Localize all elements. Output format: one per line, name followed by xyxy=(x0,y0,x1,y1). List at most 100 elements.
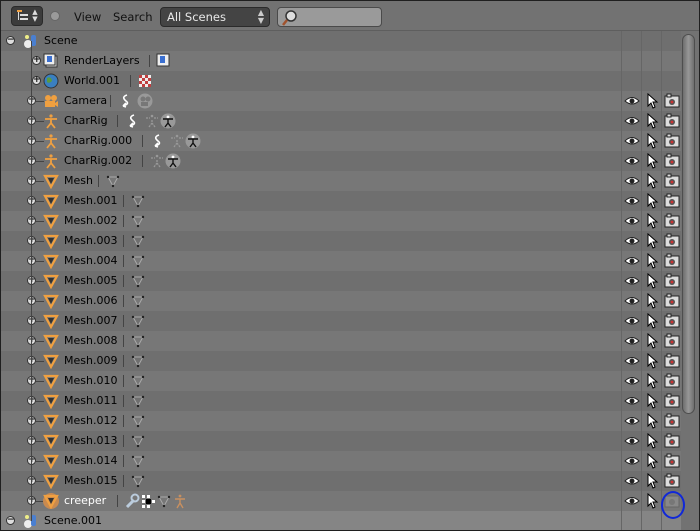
visibility-eye-icon[interactable] xyxy=(624,253,640,269)
tree-item-mesh-015[interactable]: +Mesh.015 xyxy=(1,471,681,491)
tree-item-mesh-010[interactable]: +Mesh.010 xyxy=(1,371,681,391)
renderability-camera-icon[interactable] xyxy=(664,393,680,409)
tree-item-scene-001[interactable]: − Scene.001 xyxy=(1,511,681,530)
visibility-eye-icon[interactable] xyxy=(624,313,640,329)
item-name[interactable]: Mesh.004 xyxy=(64,254,117,267)
item-name[interactable]: CharRig.000 xyxy=(64,134,132,147)
selectability-cursor-icon[interactable] xyxy=(644,432,660,449)
visibility-eye-icon[interactable] xyxy=(624,493,640,509)
search-menu[interactable]: Search xyxy=(113,10,153,24)
renderability-camera-icon[interactable] xyxy=(664,373,680,389)
visibility-eye-icon[interactable] xyxy=(624,93,640,109)
renderability-camera-icon[interactable] xyxy=(664,113,680,129)
tree-item-mesh-012[interactable]: +Mesh.012 xyxy=(1,411,681,431)
item-name[interactable]: CharRig.002 xyxy=(64,154,132,167)
item-name[interactable]: Scene xyxy=(44,34,78,47)
tree-item-camera[interactable]: +Camera xyxy=(1,91,681,111)
item-name[interactable]: Mesh.005 xyxy=(64,274,117,287)
tree-item-mesh-001[interactable]: +Mesh.001 xyxy=(1,191,681,211)
search-input[interactable] xyxy=(277,7,382,27)
collapse-menus-button[interactable] xyxy=(50,11,60,21)
visibility-eye-icon[interactable] xyxy=(624,413,640,429)
visibility-eye-icon[interactable] xyxy=(624,213,640,229)
expand-toggle[interactable]: + xyxy=(32,56,41,65)
tree-item-mesh-002[interactable]: +Mesh.002 xyxy=(1,211,681,231)
renderability-camera-icon[interactable] xyxy=(664,233,680,249)
selectability-cursor-icon[interactable] xyxy=(644,332,660,349)
visibility-eye-icon[interactable] xyxy=(624,473,640,489)
tree-item-mesh-003[interactable]: +Mesh.003 xyxy=(1,231,681,251)
renderability-camera-icon[interactable] xyxy=(664,213,680,229)
renderability-camera-icon[interactable] xyxy=(664,313,680,329)
item-name[interactable]: Mesh xyxy=(64,174,93,187)
collapse-toggle[interactable]: − xyxy=(6,36,15,45)
tree-item-renderlayers[interactable]: + RenderLayers xyxy=(1,51,681,71)
tree-item-mesh-014[interactable]: +Mesh.014 xyxy=(1,451,681,471)
item-name[interactable]: Mesh.008 xyxy=(64,334,117,347)
visibility-eye-icon[interactable] xyxy=(624,113,640,129)
visibility-eye-icon[interactable] xyxy=(624,193,640,209)
tree-item-charrig[interactable]: +CharRig xyxy=(1,111,681,131)
renderability-camera-icon[interactable] xyxy=(664,153,680,169)
selectability-cursor-icon[interactable] xyxy=(644,372,660,389)
renderability-camera-icon[interactable] xyxy=(664,453,680,469)
selectability-cursor-icon[interactable] xyxy=(644,152,660,169)
selectability-cursor-icon[interactable] xyxy=(644,232,660,249)
tree-item-mesh-013[interactable]: +Mesh.013 xyxy=(1,431,681,451)
visibility-eye-icon[interactable] xyxy=(624,293,640,309)
renderability-camera-icon[interactable] xyxy=(664,473,680,489)
visibility-eye-icon[interactable] xyxy=(624,133,640,149)
renderability-camera-icon[interactable] xyxy=(664,413,680,429)
expand-toggle[interactable]: + xyxy=(32,76,41,85)
visibility-eye-icon[interactable] xyxy=(624,233,640,249)
tree-item-world-001[interactable]: + World.001 xyxy=(1,71,681,91)
visibility-eye-icon[interactable] xyxy=(624,453,640,469)
tree-item-mesh-005[interactable]: +Mesh.005 xyxy=(1,271,681,291)
item-name[interactable]: Mesh.009 xyxy=(64,354,117,367)
tree-item-mesh-009[interactable]: +Mesh.009 xyxy=(1,351,681,371)
item-name[interactable]: Mesh.007 xyxy=(64,314,117,327)
selectability-cursor-icon[interactable] xyxy=(644,352,660,369)
selectability-cursor-icon[interactable] xyxy=(644,392,660,409)
item-name[interactable]: Mesh.015 xyxy=(64,474,117,487)
renderability-camera-icon[interactable] xyxy=(664,353,680,369)
renderability-camera-icon[interactable] xyxy=(664,253,680,269)
item-name[interactable]: Mesh.010 xyxy=(64,374,117,387)
selectability-cursor-icon[interactable] xyxy=(644,492,660,509)
renderability-camera-icon[interactable] xyxy=(664,193,680,209)
renderability-camera-icon[interactable] xyxy=(664,133,680,149)
item-name[interactable]: Mesh.006 xyxy=(64,294,117,307)
selectability-cursor-icon[interactable] xyxy=(644,412,660,429)
tree-item-charrig-002[interactable]: +CharRig.002 xyxy=(1,151,681,171)
item-name[interactable]: World.001 xyxy=(64,74,120,87)
tree-item-mesh-006[interactable]: +Mesh.006 xyxy=(1,291,681,311)
tree-item-mesh[interactable]: +Mesh xyxy=(1,171,681,191)
item-name[interactable]: creeper xyxy=(64,494,106,507)
renderability-camera-icon[interactable] xyxy=(664,293,680,309)
renderability-camera-icon[interactable] xyxy=(664,93,680,109)
selectability-cursor-icon[interactable] xyxy=(644,112,660,129)
selectability-cursor-icon[interactable] xyxy=(644,272,660,289)
selectability-cursor-icon[interactable] xyxy=(644,212,660,229)
tree-item-mesh-011[interactable]: +Mesh.011 xyxy=(1,391,681,411)
visibility-eye-icon[interactable] xyxy=(624,273,640,289)
tree-item-mesh-008[interactable]: +Mesh.008 xyxy=(1,331,681,351)
selectability-cursor-icon[interactable] xyxy=(644,312,660,329)
item-name[interactable]: RenderLayers xyxy=(64,54,140,67)
tree-item-mesh-004[interactable]: +Mesh.004 xyxy=(1,251,681,271)
selectability-cursor-icon[interactable] xyxy=(644,252,660,269)
item-name[interactable]: Mesh.013 xyxy=(64,434,117,447)
tree-item-charrig-000[interactable]: +CharRig.000 xyxy=(1,131,681,151)
visibility-eye-icon[interactable] xyxy=(624,433,640,449)
visibility-eye-icon[interactable] xyxy=(624,333,640,349)
item-name[interactable]: Mesh.012 xyxy=(64,414,117,427)
selectability-cursor-icon[interactable] xyxy=(644,292,660,309)
tree-item-mesh-007[interactable]: +Mesh.007 xyxy=(1,311,681,331)
visibility-eye-icon[interactable] xyxy=(624,373,640,389)
item-name[interactable]: Camera xyxy=(64,94,107,107)
renderability-camera-icon[interactable] xyxy=(664,273,680,289)
visibility-eye-icon[interactable] xyxy=(624,353,640,369)
item-name[interactable]: Mesh.003 xyxy=(64,234,117,247)
selectability-cursor-icon[interactable] xyxy=(644,192,660,209)
item-name[interactable]: Scene.001 xyxy=(44,514,102,527)
